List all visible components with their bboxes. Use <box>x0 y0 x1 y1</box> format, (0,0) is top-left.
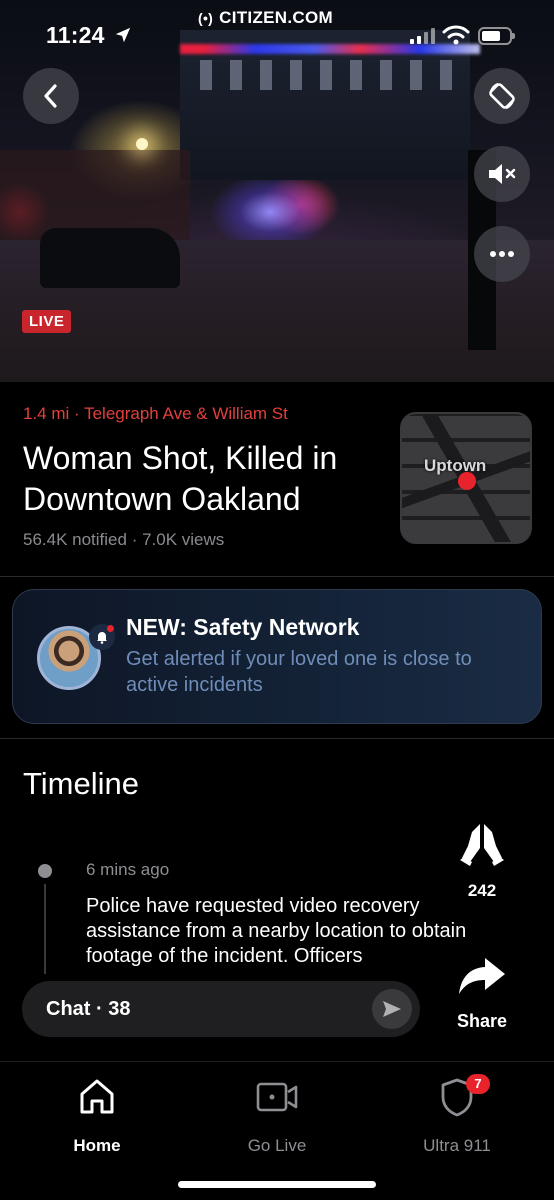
incident-stats: 56.4K notified · 7.0K views <box>23 530 225 549</box>
wifi-icon <box>442 25 470 45</box>
praying-hands-icon <box>460 824 504 866</box>
divider <box>0 738 554 739</box>
timeline-heading: Timeline <box>23 766 139 801</box>
incident-title: Woman Shot, Killed in Downtown Oakland <box>23 440 338 517</box>
share-label: Share <box>456 1011 508 1031</box>
mute-button[interactable] <box>474 146 530 202</box>
rotate-button[interactable] <box>474 68 530 124</box>
live-badge: LIVE <box>22 310 72 333</box>
timeline-line <box>44 884 46 974</box>
divider <box>0 576 554 577</box>
status-time: 11:24 <box>46 22 105 48</box>
home-icon <box>80 1079 114 1114</box>
incident-location: 1.4 mi · Telegraph Ave & William St <box>23 404 288 423</box>
bell-icon <box>89 624 115 650</box>
map-pin-icon <box>458 472 476 490</box>
location-arrow-icon <box>115 27 131 43</box>
battery-icon <box>478 27 515 45</box>
broadcast-icon: (•) <box>198 10 214 26</box>
back-button[interactable] <box>23 68 79 124</box>
more-options-button[interactable] <box>474 226 530 282</box>
map-neighborhood-label: Uptown <box>424 456 487 475</box>
tab-home[interactable]: Home <box>22 1076 172 1156</box>
timeline-entry-time: 6 mins ago <box>86 860 170 879</box>
home-indicator <box>178 1181 376 1188</box>
video-scene <box>200 60 460 90</box>
promo-title: NEW: Safety Network <box>126 614 360 640</box>
brand-label: (•) CITIZEN.COM <box>198 8 333 28</box>
incident-map-thumbnail[interactable]: Uptown <box>400 412 532 544</box>
video-scene <box>136 138 148 150</box>
brand-text: CITIZEN.COM <box>219 8 333 27</box>
tab-ultra-911[interactable]: 7 Ultra 911 <box>382 1074 532 1156</box>
speaker-muted-icon <box>489 164 516 184</box>
cellular-signal-icon <box>410 28 435 44</box>
tab-label: Go Live <box>247 1136 307 1155</box>
tab-bar: Home Go Live 7 Ultra 911 <box>0 1061 554 1200</box>
share-arrow-icon <box>459 958 505 994</box>
video-camera-icon <box>256 1082 298 1112</box>
send-button[interactable] <box>372 989 412 1029</box>
pray-count: 242 <box>467 881 497 900</box>
tab-label: Home <box>73 1136 121 1155</box>
chevron-left-icon <box>44 84 57 108</box>
pray-reaction-button[interactable]: 242 <box>452 818 512 901</box>
timeline-dot <box>38 864 52 878</box>
chat-input[interactable]: Chat · 38 <box>22 981 420 1037</box>
video-scene <box>40 228 180 288</box>
promo-subtitle: Get alerted if your loved one is close t… <box>126 648 472 696</box>
video-scene <box>180 44 480 54</box>
notification-badge: 7 <box>466 1074 490 1094</box>
send-icon <box>383 1001 401 1017</box>
timeline-entry-text: Police have requested video recovery ass… <box>86 895 467 966</box>
safety-network-promo[interactable]: NEW: Safety Network Get alerted if your … <box>12 589 542 724</box>
share-button[interactable]: Share <box>450 956 514 1032</box>
live-video[interactable]: 11:24 (•) CITIZEN.COM LIVE <box>0 0 554 382</box>
tab-go-live[interactable]: Go Live <box>202 1076 352 1156</box>
chat-label: Chat · 38 <box>46 998 131 1020</box>
rotate-icon <box>489 82 515 110</box>
tab-label: Ultra 911 <box>423 1136 491 1155</box>
ellipsis-icon <box>490 251 514 257</box>
video-scene <box>0 150 190 240</box>
